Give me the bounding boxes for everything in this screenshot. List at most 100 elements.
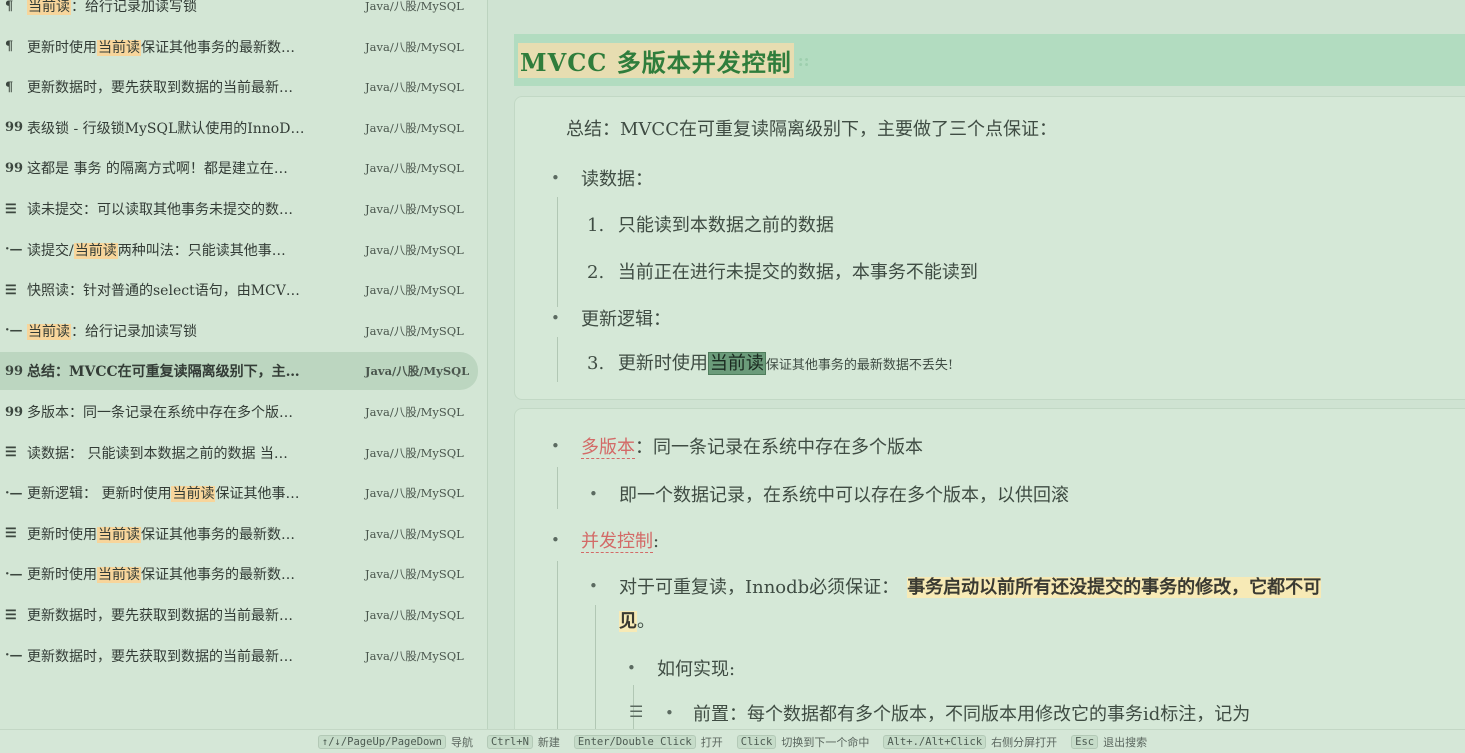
search-hit-highlight[interactable]: 当前读 [707, 352, 766, 375]
summary-text: 总结：MVCC在可重复读隔离级别下，主要做了三个点保证： [566, 119, 1057, 140]
bullet-dot: • [551, 169, 560, 187]
bullet-dot: • [589, 485, 598, 503]
repeatable-read-line: 对于可重复读，Innodb必须保证： 事务启动以前所有还没提交的事务的修改，它都不… [619, 573, 1322, 599]
prerequisite-text: 前置：每个数据都有多个版本，不同版本用修改它的事务id标注，记为 [693, 704, 1251, 725]
concurrency-line: 并发控制: [581, 527, 659, 553]
search-result-row[interactable]: ·— 更新数据时，要先获取到数据的当前最新… Java/八股/MySQL [0, 637, 478, 675]
result-path: Java/八股/MySQL [365, 161, 464, 176]
concurrency-term[interactable]: 并发控制 [581, 531, 653, 553]
search-result-row[interactable]: ·— 更新逻辑： 更新时使用当前读保证其他事… Java/八股/MySQL [0, 474, 478, 512]
result-text: 更新逻辑： 更新时使用当前读保证其他事… [27, 483, 359, 503]
result-path: Java/八股/MySQL [365, 405, 464, 419]
result-text: 更新时使用当前读保证其他事务的最新数… [27, 524, 359, 544]
search-result-row[interactable]: 99 总结：MVCC在可重复读隔离级别下，主… Java/八股/MySQL [0, 352, 478, 391]
shortcut-key: Alt+./Alt+Click [883, 734, 987, 749]
list-item-2: 2. 当前正在进行未提交的数据，本事务不能读到 [587, 258, 978, 284]
search-result-row[interactable]: ☰ 读数据： 只能读到本数据之前的数据 当… Java/八股/MySQL [0, 434, 478, 472]
shortcut-hint: Esc 退出搜索 [1071, 734, 1147, 750]
search-result-row[interactable]: ☰ 更新数据时，要先获取到数据的当前最新… Java/八股/MySQL [0, 596, 478, 634]
result-text-part: 这都是 事务 的隔离方式啊！都是建立在… [27, 161, 288, 178]
list-guide-line [557, 561, 558, 729]
shortcut-hint: Alt+./Alt+Click 右侧分屏打开 [883, 734, 1057, 750]
block-type-icon: ☰ [5, 607, 17, 623]
block-type-icon: ·— [5, 566, 23, 582]
search-result-row[interactable]: 99 表级锁 - 行级锁MySQL默认使用的InnoD… Java/八股/MySQL [0, 109, 478, 147]
list-icon[interactable]: ☰ [629, 702, 643, 721]
result-text-part: ：给行记录加读写锁 [71, 323, 197, 340]
multi-version-sub: 即一个数据记录，在系统中可以存在多个版本，以供回滚 [619, 485, 1069, 506]
result-text-part: 更新逻辑： 更新时使用 [27, 486, 172, 503]
result-path: Java/八股/MySQL [365, 567, 464, 582]
bullet-dot: • [551, 309, 560, 327]
result-text-part: 表级锁 - 行级锁MySQL默认使用的InnoD… [27, 120, 305, 137]
result-text: 这都是 事务 的隔离方式啊！都是建立在… [27, 158, 359, 178]
bullet-dot: • [665, 704, 674, 722]
search-result-row[interactable]: ☰ 快照读：针对普通的select语句，由MCV… Java/八股/MySQL [0, 271, 478, 309]
block-type-icon: ☰ [5, 282, 17, 298]
result-path: Java/八股/MySQL [365, 80, 464, 95]
result-text-part: 保证其他事务的最新数… [141, 526, 295, 543]
read-data-label: 读数据： [581, 169, 653, 190]
heading-block[interactable]: MVCC 多版本并发控制 :: [514, 34, 1465, 86]
result-path: Java/八股/MySQL [365, 242, 464, 257]
summary-quote-block[interactable]: 总结：MVCC在可重复读隔离级别下，主要做了三个点保证： • 读数据： 1. 只… [514, 96, 1465, 400]
list-item-2-number: 2. [587, 262, 605, 283]
list-item-2-text: 当前正在进行未提交的数据，本事务不能读到 [617, 262, 978, 283]
search-result-row[interactable]: ☰ 读未提交：可以读取其他事务未提交的数… Java/八股/MySQL [0, 190, 478, 228]
result-text-part: 读提交/ [27, 242, 74, 259]
result-text: 总结：MVCC在可重复读隔离级别下，主… [27, 361, 359, 381]
result-path: Java/八股/MySQL [365, 445, 464, 460]
result-text: 读未提交：可以读取其他事务未提交的数… [27, 199, 359, 219]
search-result-row[interactable]: 99 这都是 事务 的隔离方式啊！都是建立在… Java/八股/MySQL [0, 149, 478, 187]
multi-version-term[interactable]: 多版本 [581, 437, 635, 459]
result-text-part: 读未提交：可以读取其他事务未提交的数… [27, 202, 293, 218]
search-result-row[interactable]: ¶ 更新数据时，要先获取到数据的当前最新… Java/八股/MySQL [0, 68, 478, 106]
bullet-dot: • [551, 437, 560, 455]
shortcut-key: ↑/↓/PageUp/PageDown [317, 734, 446, 749]
match-highlight: 当前读 [73, 242, 118, 259]
shortcut-label: 切换到下一个命中 [781, 735, 870, 749]
shortcut-key: Esc [1071, 734, 1099, 749]
search-result-row[interactable]: ¶ 当前读：给行记录加读写锁 Java/八股/MySQL [0, 0, 478, 25]
search-result-row[interactable]: ¶ 更新时使用当前读保证其他事务的最新数… Java/八股/MySQL [0, 28, 478, 66]
result-text-part: 总结：MVCC在可重复读隔离级别下，主… [27, 364, 300, 381]
shortcut-hint: Ctrl+N 新建 [486, 734, 560, 750]
result-text: 更新时使用当前读保证其他事务的最新数… [27, 37, 359, 57]
mvcc-details-block[interactable]: • 多版本：同一条记录在系统中存在多个版本 • 即一个数据记录，在系统中可以存在… [514, 408, 1465, 729]
bullet-dot: • [627, 659, 636, 677]
repeatable-read-line-2: 见。 [619, 607, 655, 633]
result-text: 当前读：给行记录加读写锁 [27, 321, 359, 341]
multi-version-line: 多版本：同一条记录在系统中存在多个版本 [581, 433, 923, 459]
list-guide-line [595, 605, 596, 729]
block-type-icon: ·— [5, 485, 23, 501]
search-result-row[interactable]: ·— 更新时使用当前读保证其他事务的最新数… Java/八股/MySQL [0, 555, 478, 593]
result-text: 读数据： 只能读到本数据之前的数据 当… [27, 443, 359, 463]
block-type-icon: ☰ [5, 526, 17, 542]
heading-drag-handle[interactable]: :: [798, 51, 810, 70]
search-result-row[interactable]: ☰ 更新时使用当前读保证其他事务的最新数… Java/八股/MySQL [0, 515, 478, 553]
shortcut-hint: Enter/Double Click 打开 [573, 734, 723, 750]
result-text: 快照读：针对普通的select语句，由MCV… [27, 280, 359, 300]
list-item-3-text-a: 更新时使用 [617, 353, 708, 374]
shortcut-hint-bar: ↑/↓/PageUp/PageDown 导航 Ctrl+N 新建 Enter/Doubl… [0, 729, 1465, 753]
result-text-part: 更新数据时，要先获取到数据的当前最新… [27, 608, 293, 624]
result-text-part: 保证其他事务的最新数… [141, 39, 295, 56]
result-text-part: 更新时使用 [27, 39, 97, 56]
result-text: 多版本：同一条记录在系统中存在多个版… [27, 402, 359, 422]
search-result-row[interactable]: ·— 当前读：给行记录加读写锁 Java/八股/MySQL [0, 312, 478, 350]
shortcut-key: Ctrl+N [486, 734, 533, 749]
search-result-row[interactable]: 99 多版本：同一条记录在系统中存在多个版… Java/八股/MySQL [0, 393, 478, 431]
shortcut-label: 导航 [450, 735, 473, 749]
result-text-part: 两种叫法：只能读其他事… [117, 242, 286, 259]
editor-preview: MVCC 多版本并发控制 :: 总结：MVCC在可重复读隔离级别下，主要做了三个… [488, 0, 1465, 729]
block-type-icon: 99 [5, 404, 24, 420]
how-to-label: 如何实现: [657, 659, 736, 680]
match-highlight: 当前读 [27, 0, 71, 15]
shortcut-key: Click [736, 734, 777, 749]
search-result-row[interactable]: ·— 读提交/当前读两种叫法：只能读其他事… Java/八股/MySQL [0, 231, 478, 269]
block-type-icon: ☰ [5, 201, 17, 217]
result-text: 更新数据时，要先获取到数据的当前最新… [27, 646, 359, 666]
block-type-icon: ·— [5, 648, 23, 664]
result-text-part: 更新时使用 [27, 526, 97, 543]
result-path: Java/八股/MySQL [365, 283, 464, 298]
